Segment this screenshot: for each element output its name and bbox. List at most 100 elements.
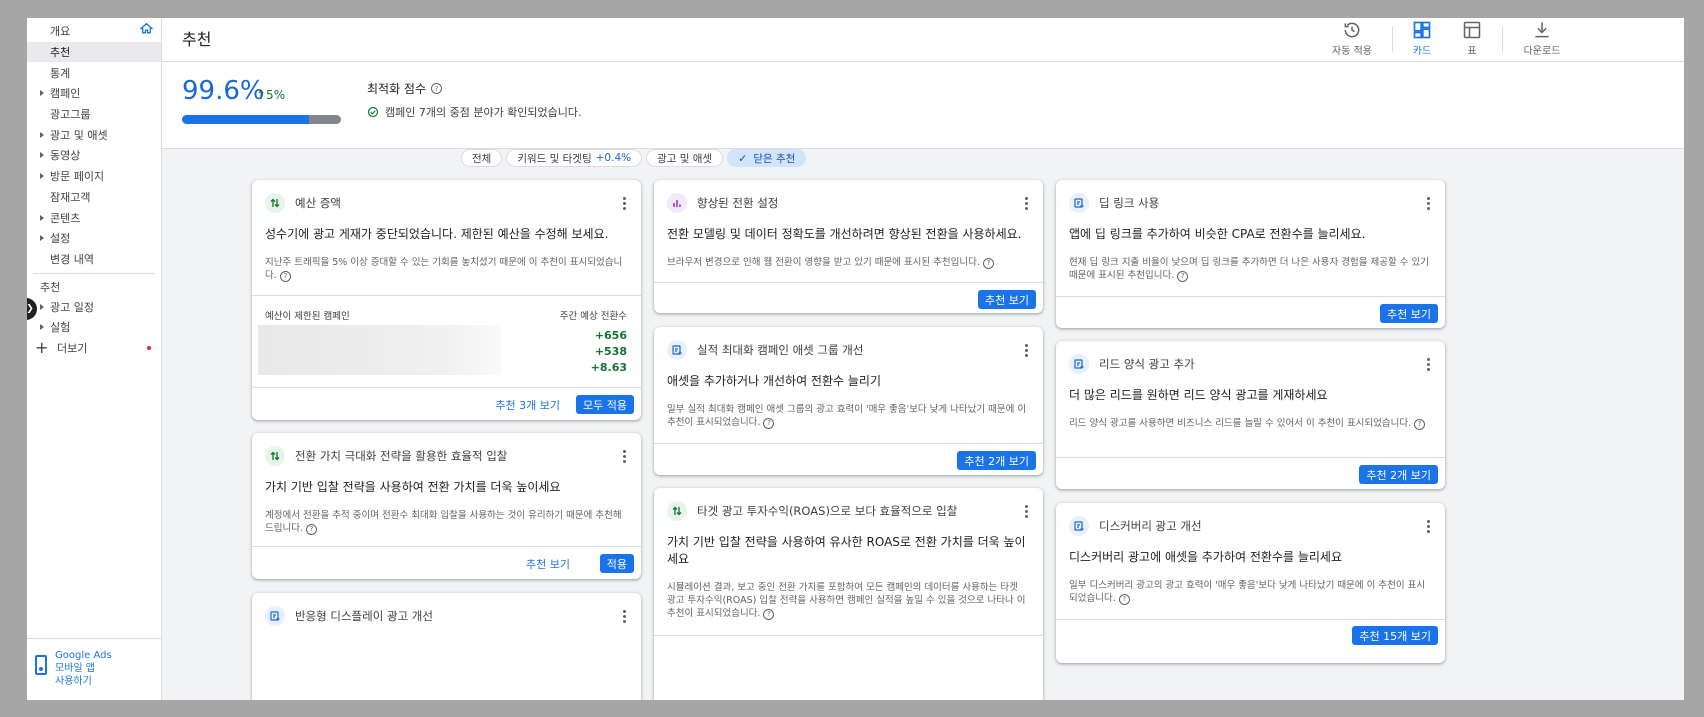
sidebar-item[interactable]: 광고 일정 xyxy=(27,296,161,317)
view-recommendation-button[interactable]: 추천 보기 xyxy=(978,290,1036,309)
view-recommendations-button[interactable]: 추천 3개 보기 xyxy=(495,395,560,414)
optimization-score-title-text: 최적화 점수 xyxy=(367,82,427,96)
metric-value: +538 xyxy=(594,345,627,358)
toolbar-divider xyxy=(1502,26,1503,52)
help-icon[interactable]: ? xyxy=(763,609,775,620)
card-title: 디스커버리 광고 개선 xyxy=(1099,519,1202,533)
post-add-icon xyxy=(1069,516,1089,536)
sidebar-item[interactable]: 콘텐츠 xyxy=(27,207,161,228)
download-button[interactable]: 다운로드 xyxy=(1512,20,1572,60)
more-vert-icon[interactable] xyxy=(1423,357,1433,371)
notification-dot xyxy=(147,345,151,350)
mobile-app-promo-text: Google Ads 모바일 앱 사용하기 xyxy=(55,649,112,688)
card-main-text: 가치 기반 입찰 전략을 사용하여 유사한 ROAS로 전환 가치를 더욱 높이… xyxy=(667,535,1026,566)
card-header: 실적 최대화 캠페인 애셋 그룹 개선 xyxy=(667,339,1031,361)
progress-fill xyxy=(182,115,310,124)
trend-icon xyxy=(265,193,285,213)
sidebar-item-label: 방문 페이지 xyxy=(50,170,105,184)
sidebar-item[interactable]: 추천 xyxy=(27,41,161,63)
optimization-score-value: 99.6% xyxy=(182,76,265,106)
card-description: 계정에서 전환을 추적 중이며 전환수 최대화 입찰을 사용하는 것이 유리하기… xyxy=(265,509,625,535)
card-divider xyxy=(654,282,1043,283)
chip-label: 광고 및 애셋 xyxy=(657,152,713,165)
help-icon[interactable]: ? xyxy=(1177,271,1189,282)
post-add-icon xyxy=(1069,193,1089,213)
sidebar-item[interactable]: 변경 내역 xyxy=(27,249,161,270)
card-description-text: 리드 양식 광고를 사용하면 비즈니스 리드를 늘릴 수 있어서 이 추천이 표… xyxy=(1069,418,1412,429)
view-recommendation-button[interactable]: 추천 보기 xyxy=(1380,304,1438,323)
mobile-app-promo[interactable]: Google Ads 모바일 앱 사용하기 xyxy=(27,638,162,700)
more-vert-icon[interactable] xyxy=(1021,343,1031,357)
sidebar-item-label: 동영상 xyxy=(50,149,81,163)
card-divider xyxy=(654,635,1043,636)
chip-label: 전체 xyxy=(472,152,492,165)
chip-label: 닫은 추천 xyxy=(753,152,796,165)
more-vert-icon[interactable] xyxy=(1021,504,1031,518)
filter-chip-keywords[interactable]: 키워드 및 타겟팅 +0.4% xyxy=(506,149,643,167)
optimization-score-title: 최적화 점수 ? xyxy=(367,80,443,97)
card-lead-form: 리드 양식 광고 추가 더 많은 리드를 원하면 리드 양식 광고를 게재하세요… xyxy=(1056,341,1445,489)
filter-chip-ads[interactable]: 광고 및 애셋 xyxy=(646,149,724,167)
card-responsive-display: 반응형 디스플레이 광고 개선 xyxy=(252,593,641,700)
sidebar-item-more[interactable]: + 더보기 xyxy=(27,338,161,359)
google-ads-window: 개요 추천 통계 캠페인 광고그룹 광고 및 애셋 동영상 방문 페이지 잠재고객 콘텐츠 설정 변경… xyxy=(27,18,1684,700)
post-add-icon xyxy=(265,606,285,626)
more-vert-icon[interactable] xyxy=(1423,196,1433,210)
card-description-text: 시뮬레이션 결과, 보고 중인 전환 가치를 포함하여 모든 캠페인의 데이터를… xyxy=(667,582,1026,619)
card-main-text: 앱에 딥 링크를 추가하여 비슷한 CPA로 전환수를 늘리세요. xyxy=(1069,227,1366,241)
auto-apply-button[interactable]: 자동 적용 xyxy=(1322,20,1382,60)
page-title: 추천 xyxy=(182,30,212,49)
home-icon[interactable] xyxy=(140,22,153,35)
view-recommendations-button[interactable]: 추천 15개 보기 xyxy=(1352,626,1438,645)
sidebar: 개요 추천 통계 캠페인 광고그룹 광고 및 애셋 동영상 방문 페이지 잠재고객 콘텐츠 설정 변경… xyxy=(27,18,162,700)
card-description-text: 계정에서 전환을 추적 중이며 전환수 최대화 입찰을 사용하는 것이 유리하기… xyxy=(265,510,622,534)
sidebar-item-label: 캠페인 xyxy=(50,87,81,101)
view-recommendations-button[interactable]: 추천 2개 보기 xyxy=(957,451,1036,470)
apply-all-button[interactable]: 모두 적용 xyxy=(576,395,634,414)
view-recommendations-button[interactable]: 추천 2개 보기 xyxy=(1359,465,1438,484)
caret-right-icon xyxy=(40,324,44,331)
help-icon[interactable]: ? xyxy=(279,271,291,282)
more-vert-icon[interactable] xyxy=(619,196,629,210)
optimization-score-subtitle: 캠페인 7개의 중점 분야가 확인되었습니다. xyxy=(367,104,582,120)
sidebar-item[interactable]: 잠재고객 xyxy=(27,187,161,208)
more-vert-icon[interactable] xyxy=(619,609,629,623)
metric-value: +656 xyxy=(594,329,627,342)
filter-chip-all[interactable]: 전체 xyxy=(461,149,503,167)
filter-chip-dismissed[interactable]: ✓ 닫은 추천 xyxy=(727,149,807,167)
more-vert-icon[interactable] xyxy=(1021,196,1031,210)
trend-icon xyxy=(265,446,285,466)
help-icon[interactable]: ? xyxy=(982,258,994,269)
apply-button[interactable]: 적용 xyxy=(599,554,634,573)
optimization-score-delta: ↑5% xyxy=(256,88,286,102)
help-icon[interactable]: ? xyxy=(306,524,318,535)
card-header: 딥 링크 사용 xyxy=(1069,192,1433,214)
table-view-button[interactable]: 표 xyxy=(1452,20,1492,60)
view-recommendation-button[interactable]: 추천 보기 xyxy=(526,554,570,573)
optimization-score-panel: 99.6% ↑5% 최적화 점수 ? 캠페인 7개의 중점 분야가 확인되었습니… xyxy=(162,62,1684,149)
help-icon[interactable]: ? xyxy=(1118,594,1130,605)
card-main-text: 애셋을 추가하거나 개선하여 전환수 늘리기 xyxy=(667,374,881,388)
more-vert-icon[interactable] xyxy=(1423,519,1433,533)
optimization-score-progress xyxy=(182,115,341,124)
sidebar-item[interactable]: 동영상 xyxy=(27,145,161,166)
sidebar-item[interactable]: 방문 페이지 xyxy=(27,166,161,187)
card-header: 예산 증액 xyxy=(265,192,629,214)
help-icon[interactable]: ? xyxy=(763,418,775,429)
sidebar-section-list: 광고 일정 실험 xyxy=(27,296,161,337)
help-icon[interactable]: ? xyxy=(431,83,443,94)
sidebar-item[interactable]: 통계 xyxy=(27,62,161,83)
caret-right-icon xyxy=(40,173,44,180)
sidebar-item[interactable]: 광고그룹 xyxy=(27,104,161,125)
sidebar-item[interactable]: 캠페인 xyxy=(27,83,161,104)
toolbar-divider xyxy=(1392,26,1393,52)
sidebar-item[interactable]: 실험 xyxy=(27,317,161,338)
card-divider xyxy=(252,387,641,388)
more-vert-icon[interactable] xyxy=(619,449,629,463)
sidebar-item[interactable]: 광고 및 애셋 xyxy=(27,124,161,145)
card-main-text: 전환 모델링 및 데이터 정확도를 개선하려면 향상된 전환을 사용하세요. xyxy=(667,227,1022,241)
help-icon[interactable]: ? xyxy=(1414,419,1426,430)
cards-view-button[interactable]: 카드 xyxy=(1402,20,1442,60)
sidebar-item[interactable]: 설정 xyxy=(27,228,161,249)
caret-right-icon xyxy=(40,214,44,221)
